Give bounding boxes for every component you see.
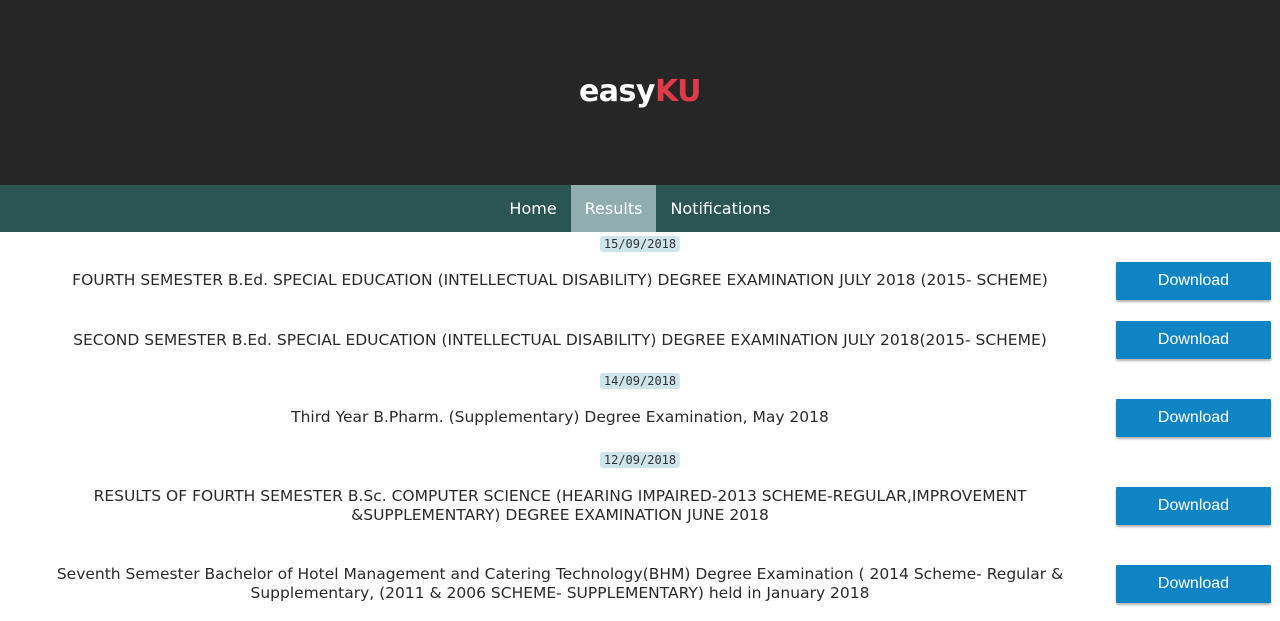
download-button[interactable]: Download — [1116, 399, 1271, 437]
nav-notifications[interactable]: Notifications — [656, 185, 784, 232]
date-badge: 12/09/2018 — [599, 452, 681, 468]
result-title: RESULTS OF FOURTH SEMESTER B.Sc. COMPUTE… — [93, 487, 1027, 524]
result-title: SECOND SEMESTER B.Ed. SPECIAL EDUCATION … — [73, 331, 1047, 349]
results-list: 15/09/2018 FOURTH SEMESTER B.Ed. SPECIAL… — [0, 232, 1280, 621]
download-button[interactable]: Download — [1116, 321, 1271, 359]
download-button[interactable]: Download — [1116, 262, 1271, 300]
logo-text-easy: easy — [578, 74, 656, 109]
download-button[interactable]: Download — [1116, 487, 1271, 525]
main-nav: Home Results Notifications — [0, 185, 1280, 232]
result-title: Seventh Semester Bachelor of Hotel Manag… — [56, 565, 1064, 602]
nav-results[interactable]: Results — [570, 185, 657, 232]
download-button[interactable]: Download — [1116, 565, 1271, 603]
date-badge: 15/09/2018 — [599, 236, 681, 252]
nav-home[interactable]: Home — [495, 185, 570, 232]
date-badge: 14/09/2018 — [599, 373, 681, 389]
site-header: easyKU — [0, 0, 1280, 185]
result-title: Third Year B.Pharm. (Supplementary) Degr… — [291, 408, 829, 426]
site-logo[interactable]: easyKU — [578, 74, 702, 109]
logo-text-ku: KU — [654, 74, 702, 109]
result-title: FOURTH SEMESTER B.Ed. SPECIAL EDUCATION … — [72, 271, 1048, 289]
